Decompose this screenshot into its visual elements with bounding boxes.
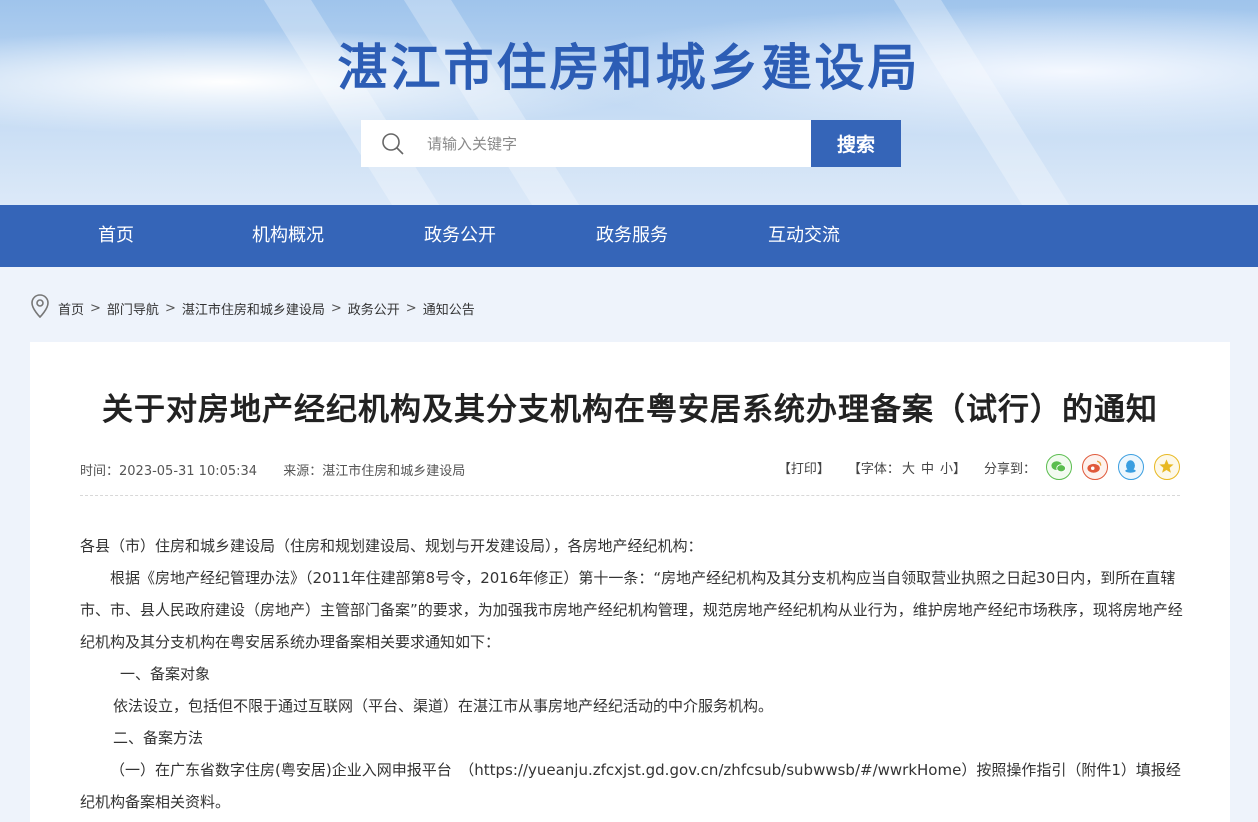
body-paragraph: 依法设立，包括但不限于通过互联网（平台、渠道）在湛江市从事房地产经纪活动的中介服… (113, 697, 774, 715)
breadcrumb-separator: > (330, 300, 342, 316)
breadcrumb-separator: > (164, 300, 176, 316)
font-medium-button[interactable]: 中 (921, 458, 934, 477)
breadcrumb-gov-affairs[interactable]: 政务公开 (348, 299, 400, 318)
search-input[interactable] (425, 133, 789, 154)
breadcrumb-notices[interactable]: 通知公告 (423, 299, 475, 318)
search-box[interactable] (361, 120, 811, 167)
share-label: 分享到： (983, 461, 1036, 477)
body-section-heading: 二、备案方法 (113, 729, 204, 747)
breadcrumb-dept-nav[interactable]: 部门导航 (107, 299, 159, 318)
breadcrumb-separator: > (405, 300, 417, 316)
qq-icon[interactable] (1118, 454, 1144, 480)
article-title: 关于对房地产经纪机构及其分支机构在粤安居系统办理备案（试行）的通知 (102, 392, 1158, 428)
qzone-star-icon[interactable] (1154, 454, 1180, 480)
search-icon (381, 132, 405, 156)
body-paragraph: 根据《房地产经纪管理办法》（2011年住建部第8号令，2016年修正）第十一条：… (80, 569, 1183, 651)
breadcrumb: 首页 > 部门导航 > 湛江市住房和城乡建设局 > 政务公开 > 通知公告 (30, 294, 475, 322)
breadcrumb-separator: > (90, 300, 101, 316)
article-meta: 时间：2023-05-31 10:05:34 来源：湛江市住房和城乡建设局 (80, 460, 487, 479)
font-small-button[interactable]: 小】 (940, 458, 966, 477)
location-pin-icon (30, 294, 50, 322)
header-banner: 湛江市住房和城乡建设局 搜索 (0, 0, 1258, 205)
nav-item-home[interactable]: 首页 (98, 205, 134, 267)
body-section-heading: 一、备案对象 (120, 665, 211, 683)
breadcrumb-bureau[interactable]: 湛江市住房和城乡建设局 (182, 299, 325, 318)
publish-time: 时间：2023-05-31 10:05:34 (80, 464, 258, 479)
article-source: 来源：湛江市住房和城乡建设局 (283, 464, 466, 479)
nav-item-interaction[interactable]: 互动交流 (768, 205, 840, 267)
article-body: 各县（市）住房和城乡建设局（住房和规划建设局、规划与开发建设局），各房地产经纪机… (80, 530, 1185, 818)
nav-item-gov-affairs[interactable]: 政务公开 (424, 205, 496, 267)
font-size-label: 【字体： (847, 461, 900, 477)
article-tools: 【打印】 【字体： 大 中 小】 分享到： (760, 454, 1180, 480)
font-large-button[interactable]: 大 (902, 458, 915, 477)
weibo-icon[interactable] (1082, 454, 1108, 480)
site-title: 湛江市住房和城乡建设局 (337, 39, 921, 97)
nav-item-about[interactable]: 机构概况 (252, 205, 324, 267)
body-salutation: 各县（市）住房和城乡建设局（住房和规划建设局、规划与开发建设局），各房地产经纪机… (80, 537, 703, 555)
nav-item-services[interactable]: 政务服务 (596, 205, 668, 267)
article-card: 关于对房地产经纪机构及其分支机构在粤安居系统办理备案（试行）的通知 时间：202… (30, 342, 1230, 822)
wechat-icon[interactable] (1046, 454, 1072, 480)
main-nav: 首页 机构概况 政务公开 政务服务 互动交流 (0, 205, 1258, 267)
breadcrumb-home[interactable]: 首页 (58, 299, 84, 318)
meta-divider (80, 495, 1180, 496)
body-paragraph: （一）在广东省数字住房(粤安居)企业入网申报平台 （https://yueanj… (80, 761, 1181, 811)
search-button[interactable]: 搜索 (811, 120, 901, 167)
print-button[interactable]: 【打印】 (778, 458, 830, 477)
